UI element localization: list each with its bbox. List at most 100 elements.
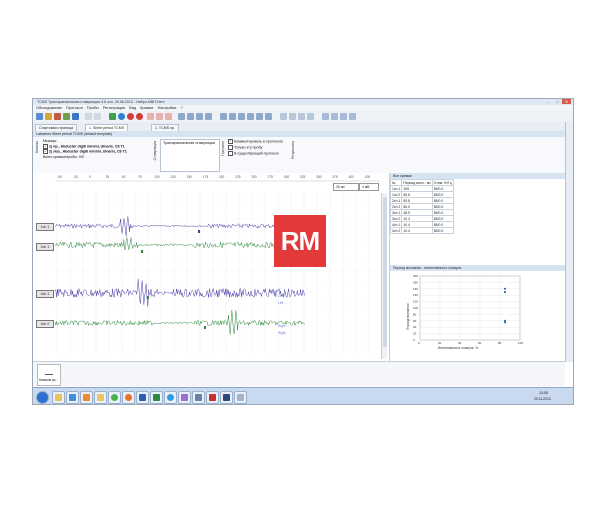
step-icon[interactable] [165, 113, 172, 120]
taskbar-app-tcms[interactable] [234, 391, 247, 404]
checkbox-icon[interactable] [228, 151, 233, 156]
expand-icon[interactable] [322, 113, 329, 120]
windows-taskbar: 13:05 20.11.2013 [33, 387, 573, 404]
taskbar-app-word[interactable] [136, 391, 149, 404]
side-panel-strip[interactable] [565, 122, 573, 362]
play-icon[interactable] [118, 113, 125, 120]
x-tick-label: 40 [458, 341, 462, 345]
x-tick-label: 80 [498, 341, 502, 345]
pause-icon[interactable] [147, 113, 154, 120]
filter-icon[interactable] [247, 113, 254, 120]
chrome-icon [111, 394, 118, 401]
channel-label-1[interactable]: 1ch 1 [36, 223, 54, 231]
option-this-trial[interactable]: Только эту пробу [228, 145, 262, 150]
folder-icon [97, 394, 104, 401]
taskbar-app-media[interactable] [80, 391, 93, 404]
axis-tick-label: 300 [284, 175, 290, 179]
open-icon[interactable] [45, 113, 52, 120]
stop-icon[interactable] [136, 113, 143, 120]
axis-tick-label: 175 [203, 175, 209, 179]
y-tick-label: 40 [413, 325, 417, 329]
taskbar-app-photoshop[interactable] [220, 391, 233, 404]
invert-icon[interactable] [256, 113, 263, 120]
muscle-checkbox-2[interactable]: 2) лев., Abductor digiti minimi, Ulnaris… [43, 149, 127, 154]
montage-icon[interactable] [94, 113, 101, 120]
cursor-icon[interactable] [187, 113, 194, 120]
annotation-right: Right [278, 331, 286, 335]
taskbar-app-folder[interactable] [94, 391, 107, 404]
taskbar-app-skype[interactable] [164, 391, 177, 404]
channel-label-2[interactable]: 2ch 1 [36, 243, 54, 251]
arrow-up-icon[interactable] [280, 113, 287, 120]
checkbox-icon[interactable] [228, 145, 233, 150]
option-comment[interactable]: Комментировать в протоколе [228, 139, 283, 144]
baseline-icon[interactable] [265, 113, 272, 120]
taskbar-app-excel[interactable] [150, 391, 163, 404]
taskbar-app-neuro[interactable] [192, 391, 205, 404]
x-tick-label: 60 [478, 341, 482, 345]
stimulation-field-label: Транскраниальная стимуляция [163, 141, 215, 145]
axis-tick-label: 0 [89, 175, 91, 179]
maximize-button[interactable]: □ [553, 99, 562, 104]
save-icon[interactable] [54, 113, 61, 120]
taskbar-app-firefox[interactable] [122, 391, 135, 404]
axis-tick-label: 325 [300, 175, 306, 179]
option-existing-protocol[interactable]: В существующий протокол [228, 151, 279, 156]
taskbar-app-paint[interactable] [178, 391, 191, 404]
window-title: TCMS Транскраниальная стимуляция 4.8 осн… [37, 100, 165, 104]
stimulation-field[interactable]: Транскраниальная стимуляция [160, 139, 220, 172]
signal-plot-area[interactable]: -50 -25 0 25 50 75 100 125 150 175 200 225 250 275 300… [33, 173, 390, 361]
measure-icon[interactable] [196, 113, 203, 120]
compress-icon[interactable] [331, 113, 338, 120]
bottom-item[interactable]: Кальков пр... [37, 364, 61, 386]
record-icon[interactable] [127, 113, 134, 120]
plot-vertical-scrollbar[interactable] [381, 193, 387, 359]
channel-label-4[interactable]: 4ch 2 [36, 320, 54, 328]
taskbar-app-explorer[interactable] [52, 391, 65, 404]
arrow-left-icon[interactable] [298, 113, 305, 120]
new-icon[interactable] [36, 113, 43, 120]
table-row[interactable]: 4ch 2 10.4 85/0.0 [390, 227, 454, 234]
taskbar-app-acrobat[interactable] [206, 391, 219, 404]
overlay-icon[interactable] [229, 113, 236, 120]
y-tick-label: 20 [413, 332, 417, 336]
close-button[interactable]: ✕ [562, 99, 571, 104]
start-icon[interactable] [109, 113, 116, 120]
zoom-icon[interactable] [205, 113, 212, 120]
time-scale-select[interactable]: 25 мс [333, 183, 359, 191]
table-cell: 10.4 [401, 227, 433, 234]
print-icon[interactable] [63, 113, 70, 120]
checkbox-icon[interactable] [43, 149, 48, 154]
grid-icon[interactable] [349, 113, 356, 120]
arrow-down-icon[interactable] [289, 113, 296, 120]
average-icon[interactable] [238, 113, 245, 120]
channel-label-3[interactable]: 4ch 1 [36, 290, 54, 298]
scrollbar-thumb[interactable] [382, 197, 387, 347]
taskbar-app-ie[interactable] [66, 391, 79, 404]
export-icon[interactable] [72, 113, 79, 120]
clock-date[interactable]: 20.11.2013 [534, 397, 551, 401]
axis-tick-label: 225 [235, 175, 241, 179]
x-tick-label: 20 [438, 341, 442, 345]
pause-alt-icon[interactable] [156, 113, 163, 120]
marker-icon[interactable] [178, 113, 185, 120]
axis-tick-label: 400 [349, 175, 355, 179]
y-tick-label: 200 [413, 274, 418, 278]
fit-icon[interactable] [340, 113, 347, 120]
amplitude-scale-select[interactable]: 4 мВ [359, 183, 379, 191]
curve-marker [147, 296, 149, 299]
checkbox-icon[interactable] [228, 139, 233, 144]
neuro-icon [195, 394, 202, 401]
axis-tick-label: 125 [170, 175, 176, 179]
signal-trace [54, 310, 305, 335]
rm-watermark-logo: RM [274, 215, 326, 267]
curve-icon[interactable] [220, 113, 227, 120]
start-button[interactable] [36, 391, 49, 404]
taskbar-app-chrome[interactable] [108, 391, 121, 404]
x-axis-label: Интенсивность стимула, % [438, 346, 478, 350]
arrow-right-icon[interactable] [307, 113, 314, 120]
clock-time[interactable]: 13:05 [539, 391, 548, 395]
settings-icon[interactable] [85, 113, 92, 120]
minimize-button[interactable]: – [544, 99, 553, 104]
table-cell: 85/0.0 [431, 227, 454, 234]
